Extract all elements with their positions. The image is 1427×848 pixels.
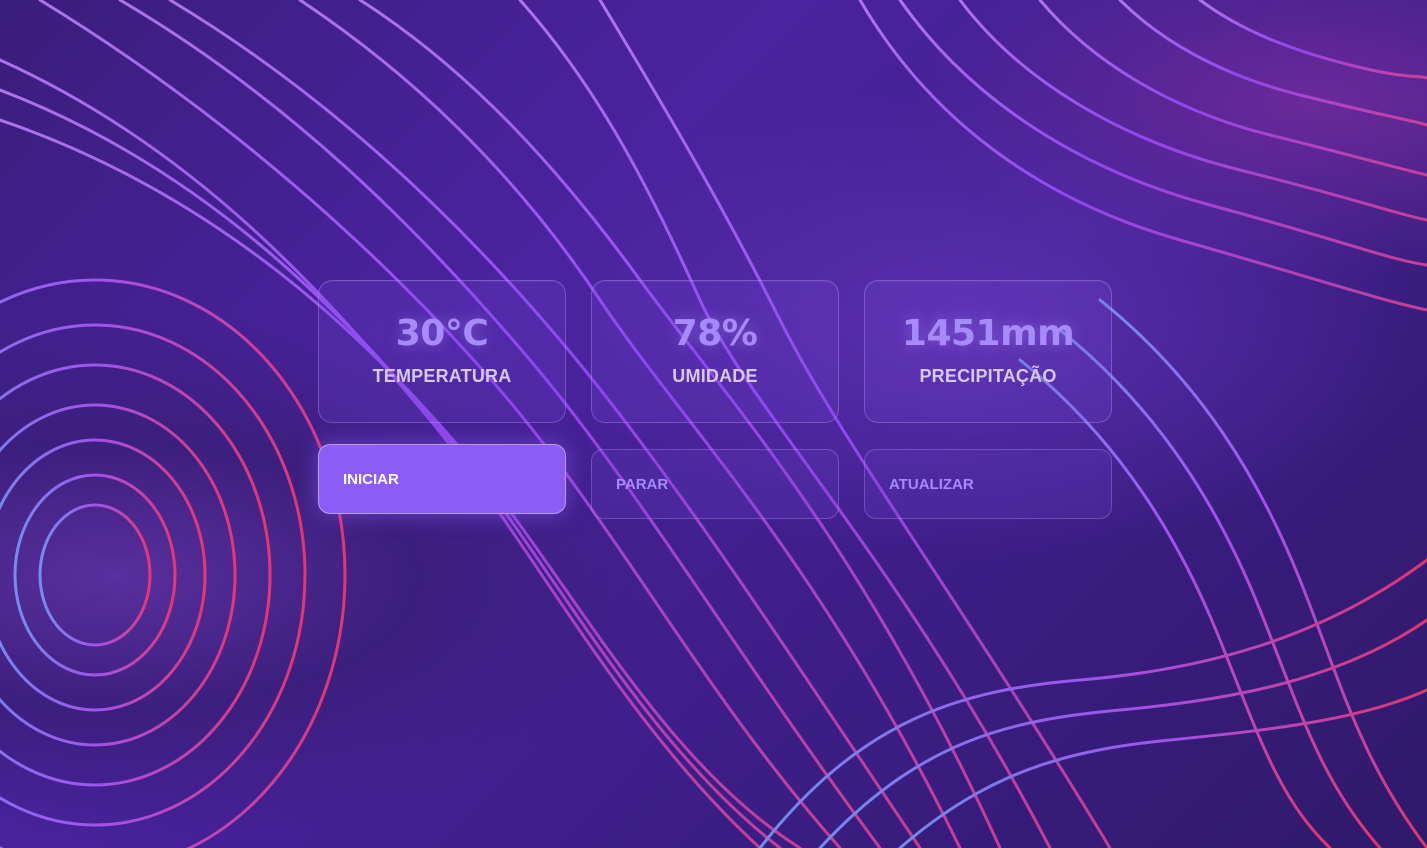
temperature-label: TEMPERATURA [372,366,512,386]
precipitation-value: 1451mm [901,313,1075,354]
refresh-button[interactable]: ATUALIZAR [864,449,1112,519]
humidity-label: UMIDADE [672,366,758,386]
temperature-value: 30°C [395,313,489,354]
temperature-card: 30°C TEMPERATURA [318,280,566,423]
dashboard-panel: 30°C TEMPERATURA 78% UMIDADE 1451mm PREC… [318,280,1116,519]
humidity-value: 78% [672,313,758,354]
action-buttons: INICIAR PARAR ATUALIZAR [318,444,1116,519]
stop-button[interactable]: PARAR [591,449,839,519]
precipitation-card: 1451mm PRECIPITAÇÃO [864,280,1112,423]
start-button[interactable]: INICIAR [318,444,566,514]
humidity-card: 78% UMIDADE [591,280,839,423]
metric-cards: 30°C TEMPERATURA 78% UMIDADE 1451mm PREC… [318,280,1116,423]
precipitation-label: PRECIPITAÇÃO [919,366,1057,386]
